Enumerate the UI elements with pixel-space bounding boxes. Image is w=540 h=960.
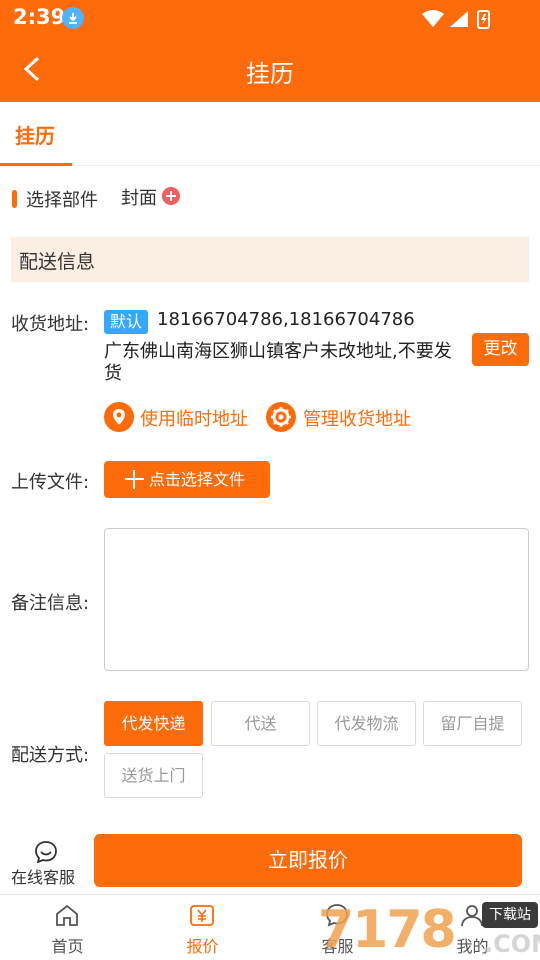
customer-service-icon[interactable]	[34, 841, 58, 863]
part-value[interactable]: 封面	[121, 184, 157, 210]
address-text: 广东佛山南海区狮山镇客户未改地址,不要发货	[104, 341, 452, 384]
remark-textarea[interactable]	[104, 528, 529, 671]
address-label: 收货地址:	[11, 314, 90, 335]
tab-label: 挂历	[15, 124, 55, 148]
nav-label: 首页	[51, 937, 84, 956]
watermark-suffix: .COM	[484, 930, 540, 958]
watermark-logo: 7178 下载站 .COM	[318, 900, 540, 960]
shipping-option-pickup[interactable]: 留厂自提	[423, 701, 522, 746]
address-phones: 18166704786,18166704786	[157, 309, 415, 330]
shipping-option-logistics[interactable]: 代发物流	[317, 701, 416, 746]
default-badge: 默认	[104, 310, 149, 334]
yen-icon	[190, 905, 214, 926]
status-bar: 2:39	[0, 0, 540, 36]
nav-item-quote[interactable]: 报价	[135, 895, 270, 960]
home-icon	[56, 904, 78, 926]
nav-item-home[interactable]: 首页	[0, 895, 135, 960]
watermark-number: 7178	[318, 900, 457, 960]
change-address-button[interactable]: 更改	[472, 333, 529, 366]
part-label: 选择部件	[26, 190, 98, 211]
add-part-icon[interactable]	[162, 187, 180, 205]
status-time: 2:39	[13, 5, 66, 29]
shipping-option-delivery[interactable]: 代送	[211, 701, 310, 746]
tab-calendar[interactable]: 挂历	[0, 102, 72, 166]
page-title: 挂历	[246, 60, 294, 88]
location-pin-icon[interactable]	[104, 402, 134, 432]
download-icon	[62, 7, 84, 29]
manage-address-link[interactable]: 管理收货地址	[303, 405, 411, 431]
nav-label: 报价	[186, 937, 219, 956]
gear-icon[interactable]	[266, 402, 296, 432]
section-marker	[12, 190, 17, 208]
use-temp-address-link[interactable]: 使用临时地址	[140, 405, 248, 431]
system-indicators-icon	[422, 10, 490, 29]
shipping-option-express[interactable]: 代发快递	[104, 701, 203, 746]
app-bar: 挂历	[0, 36, 540, 102]
delivery-info-title: 配送信息	[19, 251, 96, 273]
quote-now-button[interactable]: 立即报价	[94, 834, 522, 887]
upload-label: 上传文件:	[11, 472, 90, 493]
online-service-label[interactable]: 在线客服	[11, 864, 75, 888]
plus-icon	[125, 470, 144, 489]
remark-label: 备注信息:	[11, 593, 90, 614]
delivery-info-header: 配送信息	[11, 237, 529, 282]
shipping-option-door[interactable]: 送货上门	[104, 753, 203, 798]
tab-bar: 挂历	[0, 102, 540, 166]
choose-file-button[interactable]: 点击选择文件	[104, 461, 270, 498]
choose-file-label: 点击选择文件	[149, 470, 246, 489]
shipping-label: 配送方式:	[11, 745, 90, 766]
watermark-badge: 下载站	[482, 902, 538, 928]
